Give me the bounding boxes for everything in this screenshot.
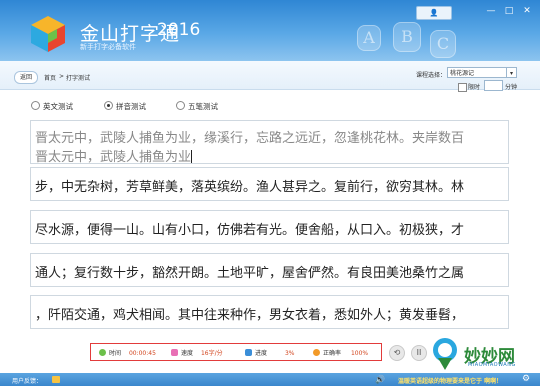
user-icon: 👤: [429, 9, 439, 17]
nav-bar: 返回 首页 > 打字测试 课程选择： 桃花源记 ▾ 限时 分钟: [0, 61, 540, 92]
letter-bubble-b: B: [393, 22, 421, 52]
timer-label: 限时: [468, 84, 481, 91]
text-caret: [191, 150, 193, 163]
accuracy-value: 100%: [350, 350, 369, 357]
volume-icon[interactable]: 🔊: [375, 375, 385, 384]
app-subtitle: 新手打字必备软件: [80, 43, 136, 51]
time-value: 00:00:45: [128, 350, 156, 357]
source-line-3: 尽水源，便得一山。山有小口，仿佛若有光。便舍船，从口入。初极狭，才: [35, 223, 465, 238]
bottom-bar: 用户反馈： 🔊 温暖英语超级的物理要来是它于 啊啊！ ⚙: [0, 373, 540, 386]
breadcrumb-current: 打字测试: [66, 75, 91, 82]
clock-icon: [99, 349, 106, 356]
mode-pinyin[interactable]: 拼音测试: [104, 101, 146, 112]
minimize-button[interactable]: —: [484, 5, 498, 17]
radio-icon: [176, 101, 185, 110]
feedback-icon[interactable]: [52, 376, 60, 383]
watermark-logo-icon: [433, 338, 457, 370]
speed-value: 16字/分: [200, 350, 223, 357]
source-line-4: 通人；复行数十步，豁然开朗。土地平旷，屋舍俨然。有良田美池桑竹之属: [35, 266, 465, 281]
typing-block-5[interactable]: ，阡陌交通，鸡犬相闻。其中往来种作，男女衣着，悉如外人；黄发垂髫，: [30, 295, 509, 329]
radio-icon: [31, 101, 40, 110]
letter-bubble-a: A: [357, 25, 381, 51]
stat-speed: 速度 16字/分: [171, 348, 223, 357]
restart-button[interactable]: ⟲: [389, 345, 405, 361]
typing-block-1[interactable]: 晋太元中，武陵人捕鱼为业，缘溪行，忘路之远近，忽逢桃花林。夹岸数百 晋太元中，武…: [30, 120, 509, 164]
chevron-down-icon: ▾: [506, 68, 516, 77]
typing-block-3[interactable]: 尽水源，便得一山。山有小口，仿佛若有光。便舍船，从口入。初极狭，才: [30, 210, 509, 244]
pause-icon: II: [416, 348, 422, 357]
stat-time: 时间 00:00:45: [99, 348, 156, 357]
radio-selected-icon: [104, 101, 113, 110]
letter-bubble-c: C: [430, 30, 456, 58]
breadcrumb-separator: >: [59, 73, 65, 80]
app-logo-icon: [31, 16, 65, 52]
gear-icon[interactable]: ⚙: [522, 374, 530, 384]
mode-wubi[interactable]: 五笔测试: [176, 101, 218, 112]
app-header: A B C 金山打字通 2016 新手打字必备软件 👤 — □ ✕: [0, 0, 540, 61]
course-select[interactable]: 桃花源记 ▾: [447, 67, 517, 78]
source-line-2: 步，中无杂树，芳草鲜美，落英缤纷。渔人甚异之。复前行，欲穷其林。林: [35, 180, 465, 195]
maximize-button[interactable]: □: [502, 5, 516, 17]
pause-button[interactable]: II: [411, 345, 427, 361]
progress-value: 3%: [284, 350, 295, 357]
stat-accuracy: 正确率 100%: [313, 348, 368, 357]
app-year: 2016: [157, 20, 201, 40]
course-value: 桃花源记: [450, 70, 475, 77]
stats-bar: 时间 00:00:45 速度 16字/分 进度 3% 正确率 100%: [90, 343, 382, 361]
watermark-subtitle: MIAOMIAOWANG: [468, 362, 516, 368]
typing-block-2[interactable]: 步，中无杂树，芳草鲜美，落英缤纷。渔人甚异之。复前行，欲穷其林。林: [30, 167, 509, 201]
progress-icon: [245, 349, 252, 356]
back-button[interactable]: 返回: [14, 71, 38, 84]
timer-checkbox[interactable]: [458, 83, 467, 92]
stat-progress: 进度 3%: [245, 348, 294, 357]
speed-icon: [171, 349, 178, 356]
source-line-5: ，阡陌交通，鸡犬相闻。其中往来种作，男女衣着，悉如外人；黄发垂髫，: [35, 308, 465, 323]
typed-line-1[interactable]: 晋太元中，武陵人捕鱼为业: [35, 146, 193, 163]
course-label: 课程选择：: [416, 72, 447, 79]
timer-unit: 分钟: [505, 84, 518, 91]
source-line-1: 晋太元中，武陵人捕鱼为业，缘溪行，忘路之远近，忽逢桃花林。夹岸数百: [35, 131, 465, 146]
feedback-link[interactable]: 用户反馈：: [12, 376, 42, 385]
user-menu-button[interactable]: 👤: [416, 6, 452, 20]
breadcrumb-home[interactable]: 首页: [44, 73, 56, 82]
accuracy-icon: [313, 349, 320, 356]
typing-block-4[interactable]: 通人；复行数十步，豁然开朗。土地平旷，屋舍俨然。有良田美池桑竹之属: [30, 253, 509, 287]
mode-english[interactable]: 英文测试: [31, 101, 73, 112]
timer-minutes-input[interactable]: [484, 80, 503, 91]
bottom-tip[interactable]: 温暖英语超级的物理要来是它于 啊啊！: [398, 376, 502, 385]
close-button[interactable]: ✕: [520, 5, 534, 17]
restart-icon: ⟲: [393, 348, 401, 357]
